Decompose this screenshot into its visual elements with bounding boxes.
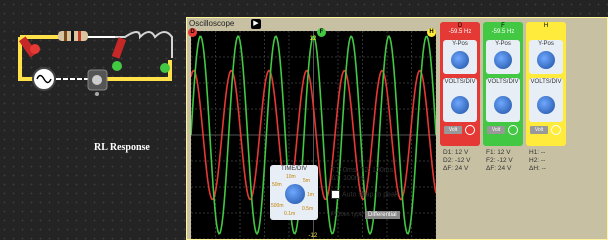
time-info-line: ΔT: 100ms <box>331 175 365 182</box>
channel-d-ypos[interactable]: Y-Pos <box>443 40 477 74</box>
ypos-knob-icon[interactable] <box>537 51 555 69</box>
channel-d-frequency: -59.5 Hz <box>448 29 472 35</box>
readout-line: D1: 12 V <box>443 149 469 156</box>
probes-type-label: Probes type <box>331 212 364 218</box>
channel-f-volts[interactable]: VOLTS/DIV <box>486 78 520 122</box>
readout-line: D2: -12 V <box>443 157 471 164</box>
channel-f-probe-type[interactable]: Volt <box>487 126 505 134</box>
channel-f-readout: F1: 12 V F2: -12 V ΔF: 24 V <box>486 149 513 173</box>
time-info-line: T1: 0ms, T2: 100ms <box>331 167 394 174</box>
channel-h-toggle-icon[interactable] <box>551 125 561 135</box>
probe-h-icon[interactable] <box>160 63 170 73</box>
oscilloscope-title: Oscilloscope <box>189 19 235 28</box>
checkbox-icon[interactable] <box>331 190 340 199</box>
probe-d-icon[interactable] <box>18 36 40 58</box>
timediv-control[interactable]: TIME/DIV 10m 5m 50m 1m 0.5m 0.1m 500m <box>270 165 318 220</box>
timediv-value: 50m <box>272 182 282 188</box>
marker-h[interactable]: H <box>427 28 436 37</box>
auto-snap-checkbox[interactable]: Auto snap to peak <box>331 190 398 199</box>
readout-line: H2: -- <box>529 157 546 164</box>
probe-f-icon[interactable] <box>111 37 127 71</box>
timediv-knob-icon[interactable] <box>285 184 305 204</box>
volts-title: VOLTS/DIV <box>487 79 519 85</box>
channel-f-frequency: -59.5 Hz <box>491 29 515 35</box>
play-icon[interactable]: ▶ <box>251 19 261 29</box>
timediv-value: 0.1m <box>284 211 296 217</box>
auto-snap-label: Auto snap to peak <box>342 191 399 199</box>
scale-bottom-label: -12 <box>309 233 318 239</box>
readout-line: F1: 12 V <box>486 149 511 156</box>
channel-f-ypos[interactable]: Y-Pos <box>486 40 520 74</box>
readout-line: F2: -12 V <box>486 157 513 164</box>
timediv-value: 1m <box>307 192 314 198</box>
probes-type: Probes type Differential <box>331 211 400 219</box>
channel-h-probe-type[interactable]: Volt <box>530 126 548 134</box>
channel-d-volts[interactable]: VOLTS/DIV <box>443 78 477 122</box>
channel-h-label: H <box>543 23 549 29</box>
channel-h-ypos[interactable]: Y-Pos <box>529 40 563 74</box>
timediv-value: 10m <box>286 174 296 180</box>
channel-d-panel: D -59.5 Hz Y-Pos VOLTS/DIV Volt <box>440 22 480 146</box>
readout-line: ΔF: 24 V <box>486 165 512 172</box>
marker-d[interactable]: D <box>188 28 197 37</box>
ypos-knob-icon[interactable] <box>494 51 512 69</box>
channel-f-toggle-icon[interactable] <box>508 125 518 135</box>
readout-line: ΔF: 24 V <box>443 165 469 172</box>
channel-f-panel: F -59.5 Hz Y-Pos VOLTS/DIV Volt <box>483 22 523 146</box>
volts-knob-icon[interactable] <box>494 96 512 114</box>
ypos-title: Y-Pos <box>495 41 511 47</box>
volts-title: VOLTS/DIV <box>444 79 476 85</box>
ypos-title: Y-Pos <box>452 41 468 47</box>
readout-line: H1: -- <box>529 149 546 156</box>
timediv-title: TIME/DIV <box>280 166 307 172</box>
timediv-value: 500m <box>271 203 284 209</box>
marker-f[interactable]: F <box>317 28 326 37</box>
circuit-schematic <box>18 31 173 96</box>
timediv-value: 0.5m <box>302 206 314 212</box>
channel-h-panel: H Y-Pos VOLTS/DIV Volt <box>526 22 566 146</box>
channel-d-readout: D1: 12 V D2: -12 V ΔF: 24 V <box>443 149 470 173</box>
ypos-knob-icon[interactable] <box>451 51 469 69</box>
oscilloscope-window[interactable]: Oscilloscope ▶ 12 -12 D F H D -59.5 Hz Y-… <box>186 17 608 240</box>
circuit-title: RL Response <box>94 142 150 153</box>
volts-knob-icon[interactable] <box>537 96 555 114</box>
time-info: T1: 0ms, T2: 100ms ΔT: 100ms <box>331 167 393 183</box>
channel-d-probe-type[interactable]: Volt <box>444 126 462 134</box>
differential-button[interactable]: Differential <box>365 211 400 219</box>
channel-h-readout: H1: -- H2: -- ΔH: -- <box>529 149 546 173</box>
readout-line: ΔH: -- <box>529 165 546 172</box>
ypos-title: Y-Pos <box>538 41 554 47</box>
timediv-value: 5m <box>303 178 310 184</box>
volts-knob-icon[interactable] <box>451 96 469 114</box>
volts-title: VOLTS/DIV <box>530 79 562 85</box>
scale-top-label: 12 <box>310 36 317 42</box>
channel-h-volts[interactable]: VOLTS/DIV <box>529 78 563 122</box>
channel-d-toggle-icon[interactable] <box>465 125 475 135</box>
